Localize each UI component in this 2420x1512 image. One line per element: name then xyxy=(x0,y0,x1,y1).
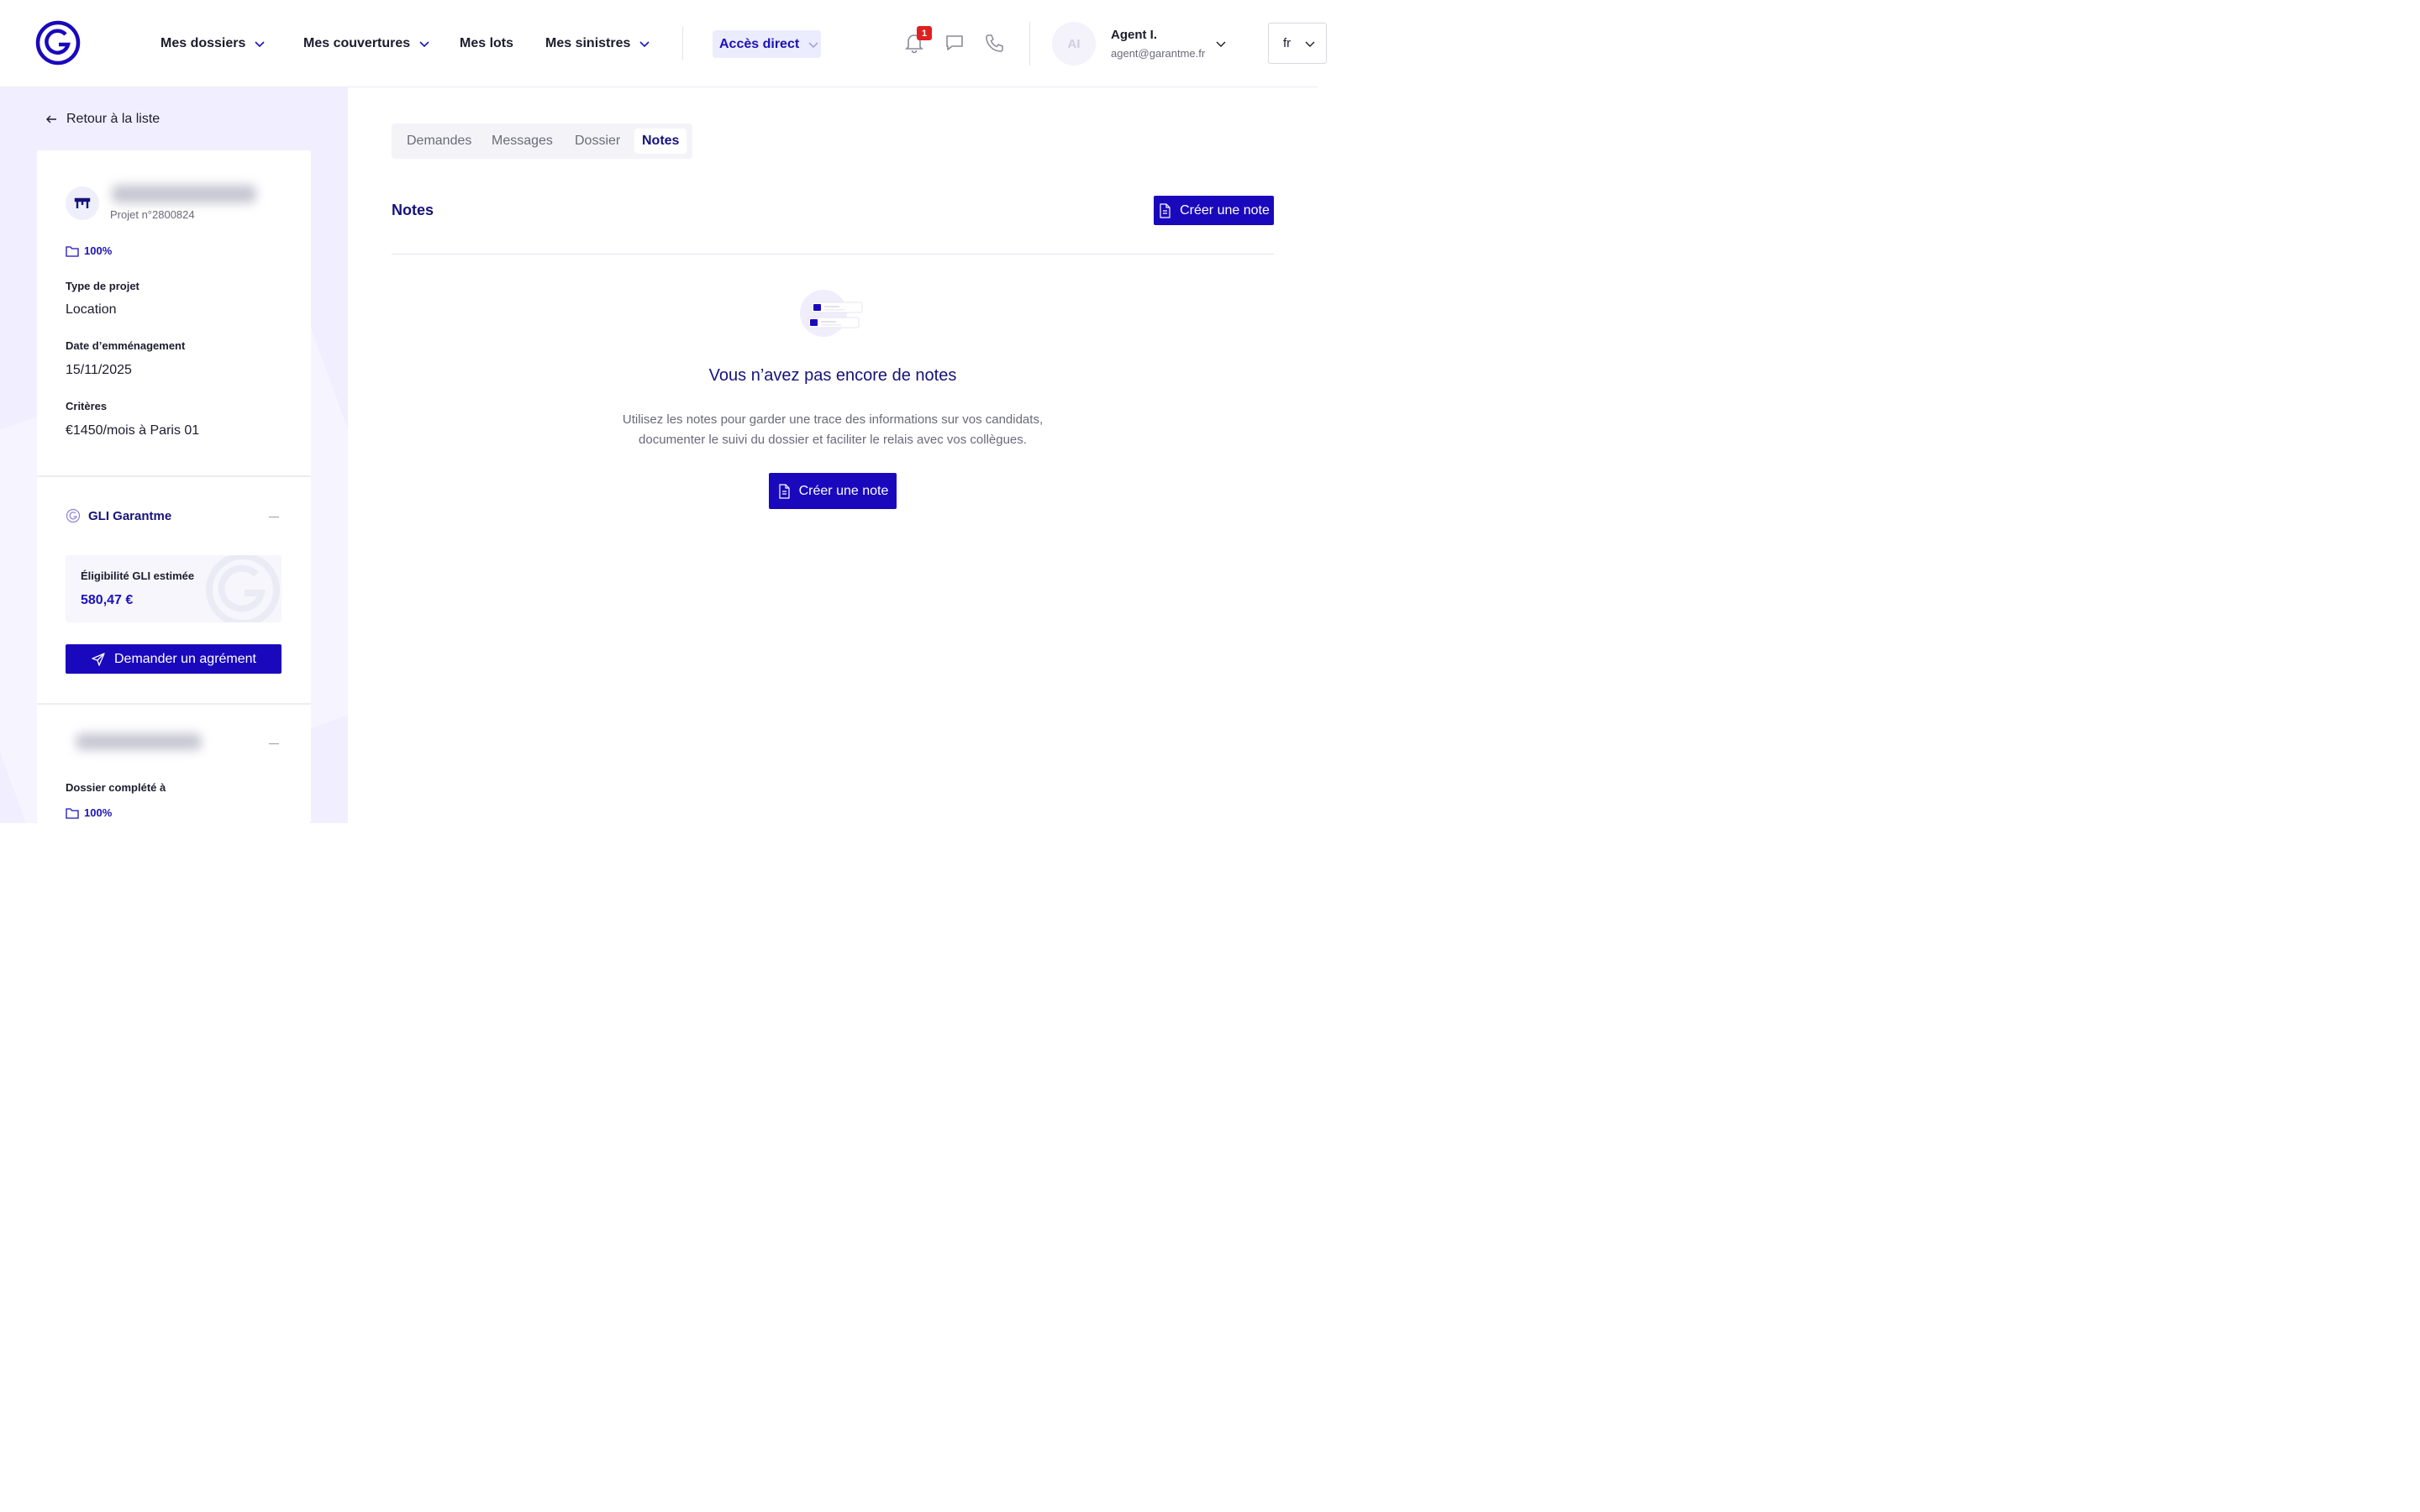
nav-label: Mes dossiers xyxy=(160,36,246,50)
tab-bar: Demandes Messages Dossier Notes xyxy=(392,123,692,159)
dossier-completion-value: 100% xyxy=(84,806,113,819)
document-icon xyxy=(779,483,790,499)
header-divider xyxy=(1029,22,1030,66)
section-divider xyxy=(37,703,311,705)
user-email: agent@garantme.fr xyxy=(1111,47,1206,60)
send-icon xyxy=(92,652,105,666)
nav-mes-sinistres[interactable]: Mes sinistres xyxy=(545,34,650,54)
gli-title: GLI Garantme xyxy=(88,508,172,523)
chevron-down-icon[interactable] xyxy=(1215,38,1227,50)
collapse-icon[interactable] xyxy=(269,743,279,744)
nav-label: Mes couvertures xyxy=(303,36,411,50)
project-type-value: Location xyxy=(66,302,117,317)
eligibility-label: Éligibilité GLI estimée xyxy=(81,570,195,582)
language-select[interactable]: fr xyxy=(1268,23,1327,64)
chevron-down-icon xyxy=(1305,41,1315,47)
back-to-list-link[interactable]: Retour à la liste xyxy=(45,112,160,127)
nav-mes-lots[interactable]: Mes lots xyxy=(460,34,513,54)
tab-notes[interactable]: Notes xyxy=(634,129,687,154)
project-avatar xyxy=(66,186,99,220)
tab-messages[interactable]: Messages xyxy=(492,123,553,159)
tab-demandes[interactable]: Demandes xyxy=(407,123,471,159)
garantme-g-icon xyxy=(66,508,81,523)
move-date-label: Date d’emménagement xyxy=(66,339,186,352)
nav-label: Mes lots xyxy=(460,36,514,50)
create-note-label: Créer une note xyxy=(1180,202,1270,218)
header-divider xyxy=(682,27,683,60)
gli-section-header[interactable]: GLI Garantme xyxy=(66,508,171,523)
nav-mes-dossiers[interactable]: Mes dossiers xyxy=(160,34,266,54)
user-name[interactable]: Agent I. xyxy=(1111,28,1157,42)
empty-notes-illustration xyxy=(800,290,863,337)
tab-dossier[interactable]: Dossier xyxy=(575,123,620,159)
section-divider xyxy=(392,254,1274,255)
top-header: Mes dossiers Mes couvertures Mes lots Me… xyxy=(0,0,1327,87)
building-icon xyxy=(74,197,91,208)
criteria-value: €1450/mois à Paris 01 xyxy=(66,423,200,438)
garantme-logo[interactable] xyxy=(35,20,81,66)
empty-create-note-label: Créer une note xyxy=(798,483,889,498)
section-title: Notes xyxy=(392,202,434,218)
folder-icon xyxy=(66,807,79,819)
eligibility-value: 580,47 € xyxy=(81,593,134,607)
empty-state-title: Vous n’avez pas encore de notes xyxy=(708,366,957,385)
create-note-button[interactable]: Créer une note xyxy=(1154,196,1274,225)
section-divider xyxy=(37,475,311,477)
criteria-label: Critères xyxy=(66,400,108,412)
nav-label: Mes sinistres xyxy=(545,36,631,50)
chevron-down-icon xyxy=(639,41,650,48)
project-type-label: Type de projet xyxy=(66,280,139,292)
project-number: Projet n°2800824 xyxy=(110,208,195,221)
eligibility-box: Éligibilité GLI estimée 580,47 € xyxy=(66,555,281,622)
phone-icon[interactable] xyxy=(984,32,1006,54)
completion-indicator: 100% xyxy=(66,244,112,257)
document-icon xyxy=(1160,202,1171,218)
move-date-value: 15/11/2025 xyxy=(66,363,132,377)
direct-access-dropdown[interactable]: Accès direct xyxy=(713,30,821,58)
chevron-down-icon xyxy=(419,41,429,48)
back-label: Retour à la liste xyxy=(66,112,160,126)
chevron-down-icon xyxy=(255,41,265,48)
direct-access-label: Accès direct xyxy=(719,36,800,51)
avatar[interactable]: AI xyxy=(1052,22,1096,66)
empty-state-description-line1: Utilisez les notes pour garder une trace… xyxy=(622,412,1044,427)
dossier-completed-label: Dossier complété à xyxy=(66,781,166,794)
nav-mes-couvertures[interactable]: Mes couvertures xyxy=(303,34,430,54)
language-value: fr xyxy=(1283,36,1292,50)
arrow-left-icon xyxy=(46,115,56,123)
chevron-down-icon xyxy=(808,42,818,48)
folder-icon xyxy=(66,245,79,257)
redacted-project-name xyxy=(112,185,256,203)
empty-state-description-line2: documenter le suivi du dossier et facili… xyxy=(639,433,1027,447)
request-approval-button[interactable]: Demander un agrément xyxy=(66,644,281,674)
chat-icon[interactable] xyxy=(944,32,965,54)
empty-create-note-button[interactable]: Créer une note xyxy=(769,473,897,509)
completion-value: 100% xyxy=(84,244,113,257)
dossier-completion-indicator: 100% xyxy=(66,806,112,819)
garantme-watermark-icon xyxy=(206,555,280,622)
redacted-section-title xyxy=(76,733,202,750)
request-approval-label: Demander un agrément xyxy=(114,651,256,666)
notification-badge: 1 xyxy=(917,26,932,40)
